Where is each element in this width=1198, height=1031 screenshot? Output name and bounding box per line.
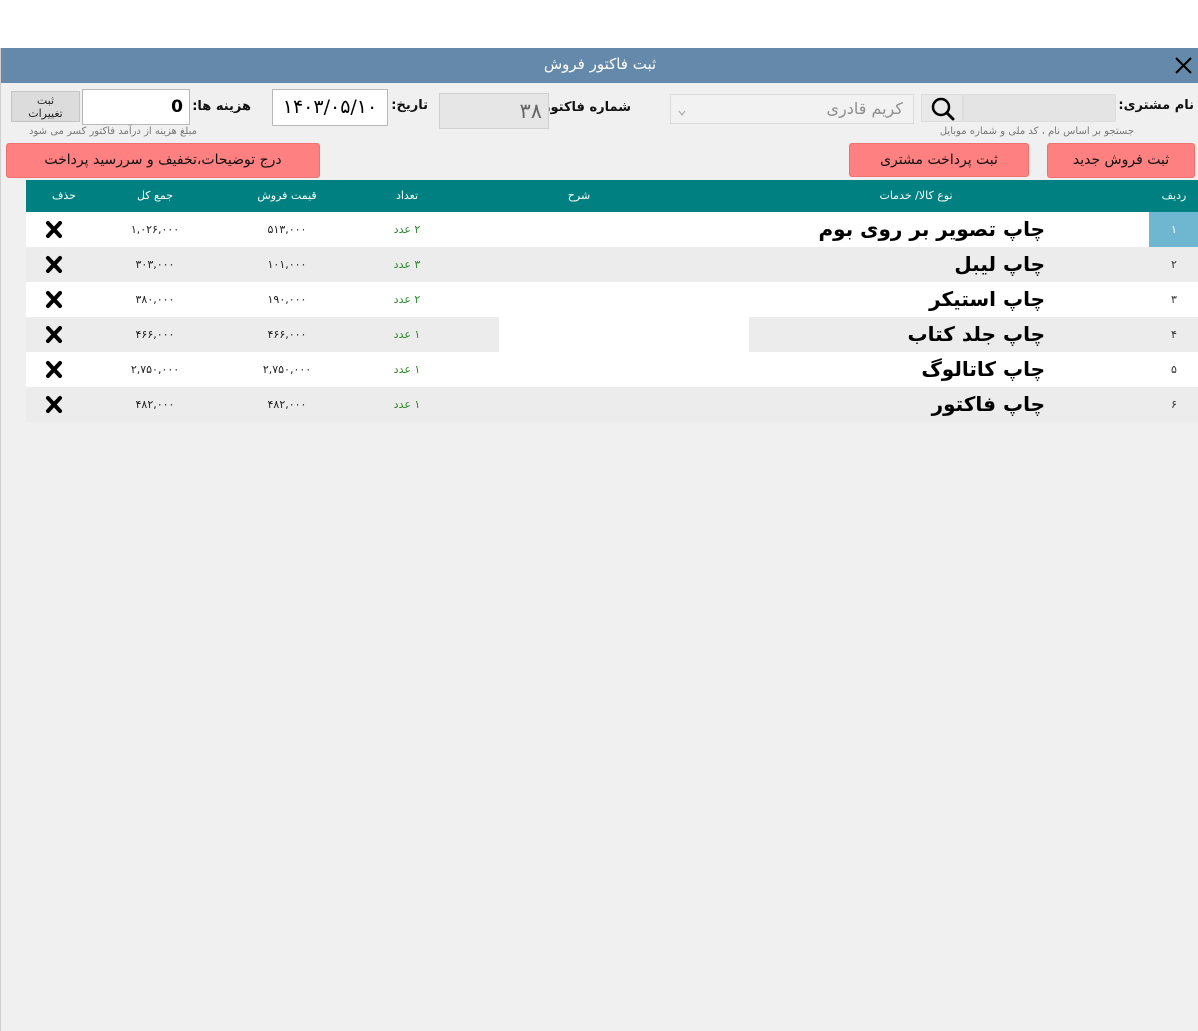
invoice-number-label: شماره فاکتور:	[537, 100, 631, 115]
row-item-name: چاپ جلد کتاب	[907, 322, 1045, 346]
close-button[interactable]	[1167, 48, 1198, 83]
customer-name-label: نام مشتری:	[1118, 98, 1194, 113]
delete-row-button[interactable]	[34, 387, 74, 422]
delete-row-button[interactable]	[34, 247, 74, 282]
row-price: ۲,۷۵۰,۰۰۰	[262, 363, 312, 376]
row-qty: ۲ عدد	[393, 293, 421, 306]
row-index: ۴	[1171, 328, 1177, 341]
customer-search-button[interactable]	[921, 94, 963, 122]
row-total: ۱,۰۲۶,۰۰۰	[130, 223, 180, 236]
row-item-name: چاپ استیکر	[929, 287, 1045, 311]
customer-select[interactable]: کریم قادری	[670, 94, 914, 124]
row-qty: ۳ عدد	[393, 258, 421, 271]
delete-row-button[interactable]	[34, 317, 74, 352]
table-row[interactable]: ۱ چاپ تصویر بر روی بوم ۲ عدد ۵۱۳,۰۰۰ ۱,۰…	[26, 212, 1198, 247]
row-total: ۳۰۳,۰۰۰	[135, 258, 175, 271]
search-icon	[931, 97, 955, 121]
row-total: ۳۸۰,۰۰۰	[135, 293, 175, 306]
delete-x-icon	[46, 396, 62, 413]
delete-x-icon	[46, 256, 62, 273]
row-index: ۱	[1149, 212, 1198, 247]
delete-x-icon	[46, 221, 62, 238]
new-sale-button[interactable]: ثبت فروش جدید	[1047, 143, 1195, 178]
customer-search-hint: جستجو بر اساس نام ، کد ملی و شماره موبای…	[939, 126, 1134, 137]
invoice-items-table: ردیف نوع کالا/ خدمات شرح تعداد قیمت فروش…	[26, 180, 1198, 423]
row-item-name: چاپ تصویر بر روی بوم	[818, 217, 1045, 241]
header-qty: تعداد	[395, 189, 419, 202]
row-total: ۴۶۶,۰۰۰	[135, 328, 175, 341]
header-desc: شرح	[567, 189, 591, 202]
row-index: ۲	[1171, 258, 1177, 271]
row-price: ۵۱۳,۰۰۰	[267, 223, 307, 236]
row-price: ۱۰۱,۰۰۰	[267, 258, 307, 271]
row-price: ۱۹۰,۰۰۰	[267, 293, 307, 306]
row-index: ۵	[1171, 363, 1177, 376]
invoice-window: ثبت فاکتور فروش نام مشتری: کریم قادری جس…	[0, 48, 1198, 1031]
row-qty: ۱ عدد	[393, 398, 421, 411]
table-row[interactable]: ۲ چاپ لیبل ۳ عدد ۱۰۱,۰۰۰ ۳۰۳,۰۰۰	[26, 247, 1198, 282]
delete-row-button[interactable]	[34, 282, 74, 317]
row-index: ۳	[1171, 293, 1177, 306]
row-total: ۲,۷۵۰,۰۰۰	[130, 363, 180, 376]
delete-x-icon	[46, 291, 62, 308]
date-label: تاریخ:	[391, 98, 428, 113]
title-bar: ثبت فاکتور فروش	[1, 48, 1198, 83]
costs-label: هزینه ها:	[192, 99, 251, 114]
row-qty: ۱ عدد	[393, 328, 421, 341]
header-total: جمع کل	[136, 189, 174, 202]
close-icon	[1175, 57, 1192, 74]
row-price: ۴۶۶,۰۰۰	[267, 328, 307, 341]
row-index: ۶	[1171, 398, 1177, 411]
header-delete: حذف	[52, 189, 76, 202]
costs-input[interactable]: 0	[82, 89, 190, 125]
save-changes-line1: ثبت	[36, 94, 55, 107]
customer-payment-button[interactable]: ثبت پرداخت مشتری	[849, 143, 1029, 177]
delete-x-icon	[46, 361, 62, 378]
table-row[interactable]: ۵ چاپ کاتالوگ ۱ عدد ۲,۷۵۰,۰۰۰ ۲,۷۵۰,۰۰۰	[26, 352, 1198, 387]
table-row[interactable]: ۳ چاپ استیکر ۲ عدد ۱۹۰,۰۰۰ ۳۸۰,۰۰۰	[26, 282, 1198, 317]
row-price: ۴۸۲,۰۰۰	[267, 398, 307, 411]
window-title: ثبت فاکتور فروش	[543, 55, 657, 73]
header-row: ردیف	[1161, 189, 1187, 202]
table-row[interactable]: ۶ چاپ فاکتور ۱ عدد ۴۸۲,۰۰۰ ۴۸۲,۰۰۰	[26, 387, 1198, 422]
row-qty: ۱ عدد	[393, 363, 421, 376]
delete-row-button[interactable]	[34, 352, 74, 387]
costs-hint: مبلغ هزینه از درآمد فاکتور کسر می شود	[29, 126, 197, 137]
delete-x-icon	[46, 326, 62, 343]
row-qty: ۲ عدد	[393, 223, 421, 236]
save-changes-button[interactable]: ثبت تغییرات	[11, 91, 80, 122]
customer-search-input[interactable]	[963, 94, 1116, 122]
table-header: ردیف نوع کالا/ خدمات شرح تعداد قیمت فروش…	[26, 180, 1198, 212]
row-item-name: چاپ لیبل	[954, 252, 1045, 276]
description-discount-button[interactable]: درج توضیحات،تخفیف و سررسید پرداخت	[6, 143, 320, 178]
invoice-number-field: ۳۸	[439, 93, 549, 129]
row-item-name: چاپ کاتالوگ	[921, 357, 1045, 381]
delete-row-button[interactable]	[34, 212, 74, 247]
date-field[interactable]: ۱۴۰۳/۰۵/۱۰	[272, 89, 388, 126]
row-item-name: چاپ فاکتور	[931, 392, 1045, 416]
header-price: قیمت فروش	[257, 189, 317, 202]
chevron-down-icon	[677, 103, 687, 116]
table-row[interactable]: ۴ چاپ جلد کتاب ۱ عدد ۴۶۶,۰۰۰ ۴۶۶,۰۰۰	[26, 317, 1198, 352]
row-total: ۴۸۲,۰۰۰	[135, 398, 175, 411]
header-item: نوع کالا/ خدمات	[879, 189, 953, 202]
save-changes-line2: تغییرات	[28, 107, 63, 120]
